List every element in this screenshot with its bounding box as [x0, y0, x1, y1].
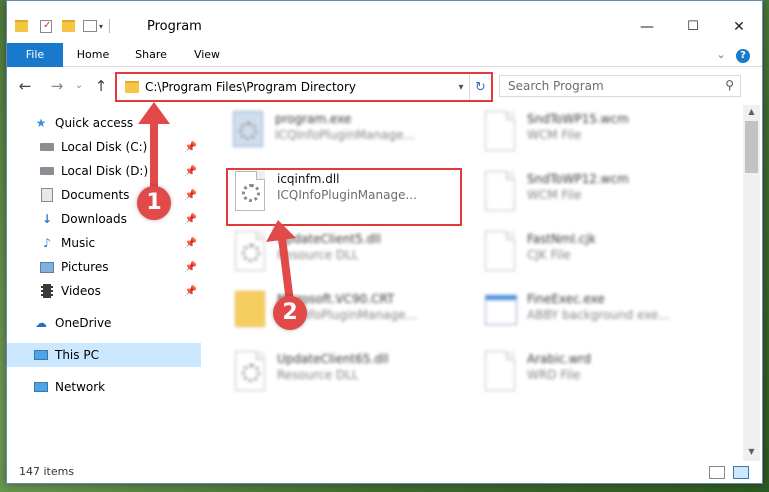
arrow-2: [266, 220, 296, 303]
callout-badge-1: 1: [137, 186, 171, 220]
arrow-1: [138, 102, 170, 192]
callout-arrows: [138, 102, 296, 303]
callout-badge-2: 2: [273, 296, 307, 330]
